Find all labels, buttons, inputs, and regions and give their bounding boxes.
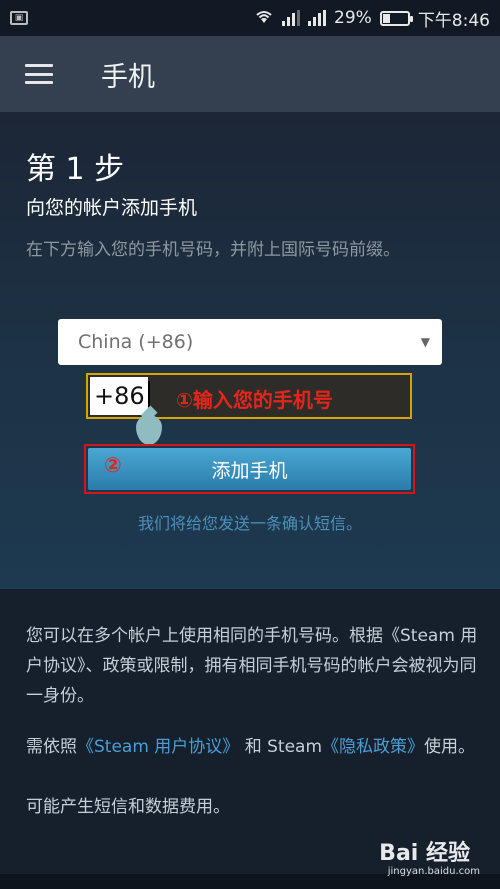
dropdown-arrow-icon: ▼	[420, 335, 430, 349]
status-bar: ▣ 29% 下午8:46	[0, 0, 500, 36]
step-description: 在下方输入您的手机号码，并附上国际号码前缀。	[26, 240, 400, 260]
terms-paragraph: 需依照《Steam 用户协议》 和 Steam《隐私政策》使用。	[26, 732, 478, 762]
steam-agreement-link[interactable]: 《Steam 用户协议》	[77, 737, 239, 757]
phone-input-value: +86	[94, 382, 145, 410]
page-title: 手机	[101, 61, 155, 93]
privacy-policy-link[interactable]: 《隐私政策》	[322, 737, 424, 757]
add-button-annotation-box: 添加手机	[84, 444, 415, 494]
add-button-annotation: ②	[104, 453, 122, 477]
info-paragraph: 您可以在多个帐户上使用相同的手机号码。根据《Steam 用户协议》、政策或限制，…	[26, 626, 478, 706]
battery-icon	[379, 10, 413, 26]
baidu-watermark: Bai 经验	[379, 841, 470, 866]
terms-mid: 和 Steam	[244, 737, 322, 757]
signal-1-icon	[282, 10, 301, 26]
step-subtitle: 向您的帐户添加手机	[26, 197, 198, 219]
add-phone-button[interactable]: 添加手机	[88, 448, 411, 490]
app-bar: 手机	[0, 36, 500, 112]
phone-input[interactable]: +86	[90, 377, 148, 415]
country-select-value: China (+86)	[78, 331, 194, 353]
country-select[interactable]: China (+86) ▼	[58, 319, 442, 365]
phone-annotation: ①输入您的手机号	[176, 388, 333, 412]
text-selection-handle-icon[interactable]	[136, 415, 162, 445]
baidu-watermark-url: jingyan.baidu.com	[387, 866, 480, 877]
signal-2-icon	[308, 10, 327, 26]
terms-prefix: 需依照	[26, 737, 77, 757]
confirm-sms-note: 我们将给您发送一条确认短信。	[137, 514, 362, 533]
wifi-icon	[254, 8, 274, 29]
status-right: 29% 下午8:46	[254, 6, 490, 31]
fees-note: 可能产生短信和数据费用。	[26, 797, 230, 817]
terms-suffix: 使用。	[424, 737, 475, 757]
battery-percent: 29%	[334, 8, 372, 28]
add-phone-button-label: 添加手机	[211, 459, 288, 482]
info-panel: 您可以在多个帐户上使用相同的手机号码。根据《Steam 用户协议》、政策或限制，…	[0, 589, 500, 874]
phone-annotation-box: +86 ①输入您的手机号	[86, 373, 412, 419]
step-title: 第 1 步	[26, 152, 125, 187]
hamburger-menu-icon[interactable]	[25, 64, 53, 84]
notification-icon: ▣	[10, 11, 28, 25]
main-panel: 第 1 步 向您的帐户添加手机 在下方输入您的手机号码，并附上国际号码前缀。 C…	[0, 112, 500, 589]
clock: 下午8:46	[417, 10, 490, 31]
